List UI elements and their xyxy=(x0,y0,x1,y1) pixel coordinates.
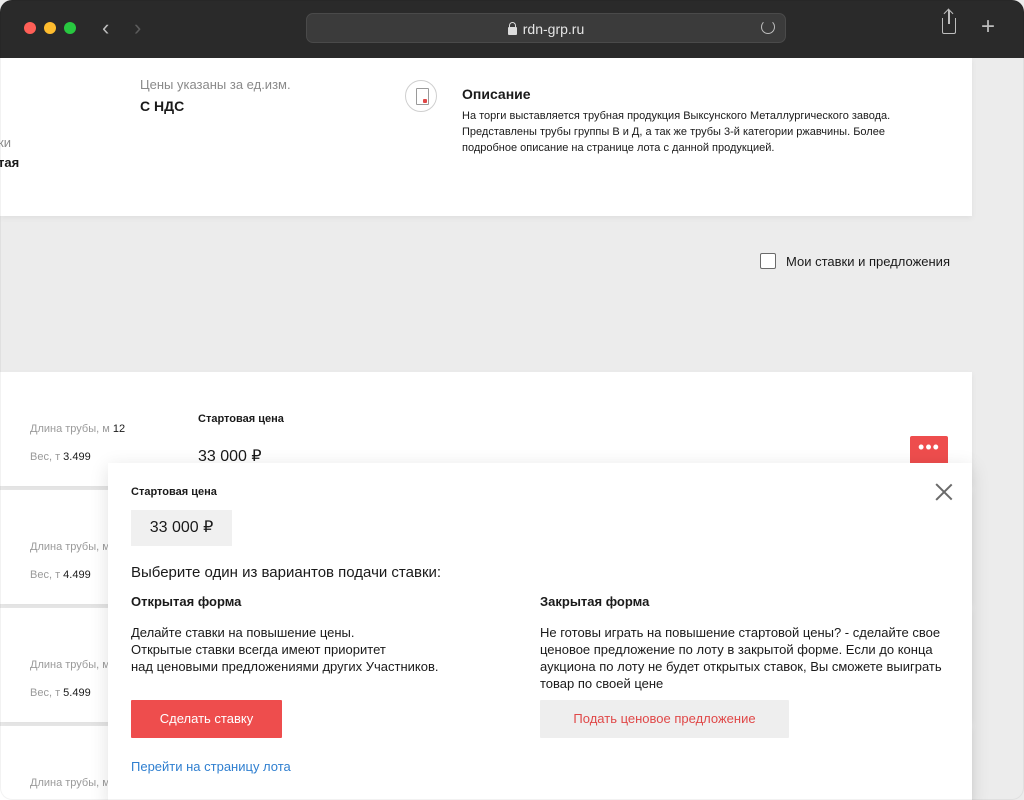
weight-label: Вес, т xyxy=(30,451,61,463)
weight: Вес, т 4.499 xyxy=(30,569,91,581)
submit-offer-button[interactable]: Подать ценовое предложение xyxy=(540,700,789,738)
closed-form-title: Закрытая форма xyxy=(540,594,650,609)
modal-start-price-label: Стартовая цена xyxy=(131,486,217,498)
pipe-length-label: Длина трубы, м xyxy=(30,541,110,553)
pipe-length: Длина трубы, м xyxy=(30,777,110,789)
weight: Вес, т 5.499 xyxy=(30,687,91,699)
pipe-length-label: Длина трубы, м xyxy=(30,423,110,435)
lock-icon xyxy=(507,22,517,35)
my-bets-label: Мои ставки и предложения xyxy=(786,253,950,269)
url-display: rdn-grp.ru xyxy=(307,21,785,37)
my-bets-checkbox[interactable] xyxy=(760,253,776,269)
closed-form-text: Не готовы играть на повышение стартовой … xyxy=(540,625,942,691)
pipe-length-label: Длина трубы, м xyxy=(30,659,110,671)
zoom-window-button[interactable] xyxy=(64,22,76,34)
forward-icon[interactable]: › xyxy=(134,16,141,40)
weight-label: Вес, т xyxy=(30,569,61,581)
bid-options-prompt: Выберите один из вариантов подачи ставки… xyxy=(131,564,442,581)
weight-value: 5.499 xyxy=(63,687,91,699)
close-window-button[interactable] xyxy=(24,22,36,34)
minimize-window-button[interactable] xyxy=(44,22,56,34)
open-form-title: Открытая форма xyxy=(131,594,242,609)
bid-options-popup: Стартовая цена 33 000 ₽ Выберите один из… xyxy=(108,463,972,800)
price-vat-value: С НДС xyxy=(140,98,185,114)
open-form-text: Делайте ставки на повышение цены. Открыт… xyxy=(131,625,439,674)
browser-toolbar: ‹ › rdn-grp.ru + xyxy=(0,0,1024,58)
weight: Вес, т 3.499 xyxy=(30,451,91,463)
url-text: rdn-grp.ru xyxy=(522,21,585,37)
weight-label: Вес, т xyxy=(30,687,61,699)
close-icon[interactable] xyxy=(934,482,954,502)
document-icon xyxy=(405,80,437,112)
start-price-label: Стартовая цена xyxy=(198,413,284,425)
pipe-length: Длина трубы, м xyxy=(30,541,110,553)
back-icon[interactable]: ‹ xyxy=(102,16,109,40)
pipe-length-label: Длина трубы, м xyxy=(30,777,110,789)
weight-value: 4.499 xyxy=(63,569,91,581)
pipe-length: Длина трубы, м 12 xyxy=(30,423,125,435)
cut-off-value: тая xyxy=(0,155,20,170)
go-to-lot-link[interactable]: Перейти на страницу лота xyxy=(131,759,291,774)
description-text: На торги выставляется трубная продукция … xyxy=(462,110,891,154)
new-tab-icon[interactable]: + xyxy=(981,14,995,40)
reload-icon[interactable] xyxy=(761,20,775,34)
page-content: ки тая Цены указаны за ед.изм. С НДС Опи… xyxy=(0,58,1024,800)
weight-value: 3.499 xyxy=(63,451,91,463)
pipe-length-value: 12 xyxy=(112,423,126,435)
more-options-button[interactable]: ••• xyxy=(910,436,948,466)
my-bets-filter[interactable]: Мои ставки и предложения xyxy=(760,253,950,269)
modal-start-price-value: 33 000 ₽ xyxy=(131,510,232,546)
lot-info-card: ки тая Цены указаны за ед.изм. С НДС Опи… xyxy=(0,58,972,216)
description-title: Описание xyxy=(462,86,531,102)
cut-off-label: ки xyxy=(0,135,11,150)
address-bar[interactable]: rdn-grp.ru xyxy=(306,13,786,43)
share-icon[interactable] xyxy=(942,10,956,34)
pipe-length: Длина трубы, м xyxy=(30,659,110,671)
place-bid-button[interactable]: Сделать ставку xyxy=(131,700,282,738)
price-unit-label: Цены указаны за ед.изм. xyxy=(140,77,291,92)
